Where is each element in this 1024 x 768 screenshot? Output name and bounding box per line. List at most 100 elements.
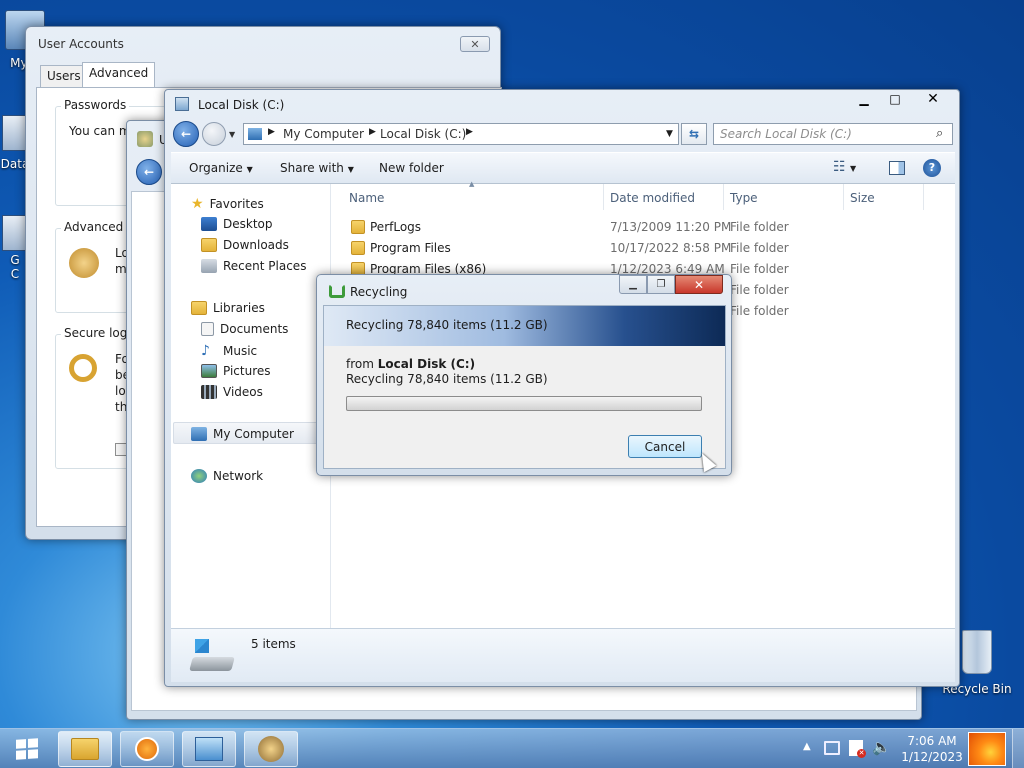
breadcrumb-local-disk[interactable]: Local Disk (C:) [380,127,466,141]
breadcrumb-separator-icon: ▶ [369,127,376,137]
nav-videos[interactable]: Videos [201,385,263,399]
share-with-label: Share with [280,161,344,175]
chevron-down-icon: ▼ [347,165,354,174]
help-icon[interactable]: ? [923,159,941,177]
back-button[interactable]: ← [136,159,162,185]
banner-text: Recycling 78,840 items (11.2 GB) [346,318,548,332]
nav-pictures[interactable]: Pictures [201,364,271,378]
minimize-button[interactable]: ▁ [619,275,647,294]
recent-pages-chevron-icon[interactable]: ▼ [229,130,235,139]
downloads-folder-icon [201,238,217,252]
show-hidden-icons-button[interactable]: ▲ [803,741,811,752]
nav-downloads[interactable]: Downloads [201,238,289,252]
progress-bar [346,396,702,411]
videos-icon [201,385,217,399]
nav-music[interactable]: ♪ Music [201,343,257,359]
refresh-button[interactable]: ⇆ [681,123,707,145]
nav-label: Music [223,344,258,358]
cancel-button[interactable]: Cancel [628,435,702,458]
taskbar-media-player-button[interactable] [120,731,174,767]
item-count: 5 items [251,637,296,651]
forward-button[interactable] [202,122,226,146]
control-panel-icon [137,131,153,147]
recycle-bin-icon [962,630,992,674]
start-button[interactable] [6,733,48,765]
column-header-type[interactable]: Type [730,191,758,205]
tab-advanced[interactable]: Advanced [82,62,156,87]
column-separator [723,184,724,210]
action-center-tray-icon[interactable]: ✕ [849,740,866,758]
minimize-button[interactable]: ▁ [849,90,879,108]
media-player-icon [135,737,159,761]
new-folder-button[interactable]: New folder [379,161,444,175]
detail-text: Recycling 78,840 items (11.2 GB) [346,372,548,386]
from-line: from Local Disk (C:) [346,357,475,371]
nav-label: My Computer [213,427,294,441]
taskbar-user-accounts-button[interactable] [244,731,298,767]
volume-tray-icon[interactable]: 🔈 [872,738,891,756]
recent-places-icon [201,259,217,273]
nav-label: Downloads [223,238,289,252]
clock-time: 7:06 AM [907,734,957,748]
column-header-name[interactable]: Name [349,191,384,205]
file-row-perflogs[interactable]: PerfLogs 7/13/2009 11:20 PM File folder [343,216,953,237]
nav-label: Videos [223,385,263,399]
taskbar-explorer-button[interactable] [58,731,112,767]
nav-label: Recent Places [223,259,307,273]
dialog-title: Recycling [350,285,408,299]
preview-pane-icon[interactable] [889,161,905,175]
organize-button[interactable]: Organize ▼ [189,161,253,175]
nav-favorites[interactable]: ★ Favorites [191,196,264,212]
navigation-pane: ★ Favorites Desktop Downloads Recent Plac… [171,184,331,628]
details-pane: 5 items [171,628,955,682]
column-separator [603,184,604,210]
from-prefix: from [346,357,378,371]
folder-icon [351,241,365,255]
search-input[interactable]: Search Local Disk (C:) ⌕ [713,123,953,145]
nav-recent-places[interactable]: Recent Places [201,259,306,273]
nav-label: Documents [220,322,289,336]
clock[interactable]: 7:06 AM 1/12/2023 [898,733,966,765]
nav-label: Desktop [223,217,273,231]
view-options-icon[interactable]: ☷ ▼ [833,159,856,175]
file-date: 10/17/2022 8:58 PM [610,240,732,255]
nav-desktop[interactable]: Desktop [201,217,273,231]
file-type: File folder [730,219,789,234]
column-header-size[interactable]: Size [850,191,875,205]
computer-icon [191,427,207,441]
nav-libraries[interactable]: Libraries [191,301,265,315]
file-row-program-files[interactable]: Program Files 10/17/2022 8:58 PM File fo… [343,237,953,258]
network-tray-icon[interactable] [824,741,840,755]
back-button[interactable]: ← [173,121,199,147]
pictures-icon [201,364,217,378]
close-button[interactable]: ✕ [460,36,490,52]
music-icon: ♪ [201,343,210,359]
address-bar[interactable]: ▶ My Computer ▶ Local Disk (C:) ▶ ▼ [243,123,679,145]
network-icon [191,469,207,483]
tab-users[interactable]: Users [40,65,88,87]
progress-banner: Recycling 78,840 items (11.2 GB) [324,306,725,346]
share-with-button[interactable]: Share with ▼ [280,161,354,175]
restore-button[interactable]: ❐ [647,275,675,294]
show-desktop-button[interactable] [1012,729,1024,768]
recycling-dialog: Recycling ▁ ❐ ✕ Recycling 78,840 items (… [316,274,732,476]
maximize-button[interactable]: □ [880,90,910,108]
control-panel-icon [195,737,223,761]
search-icon[interactable]: ⌕ [936,126,943,141]
close-button[interactable]: ✕ [911,90,955,108]
taskbar-control-panel-button[interactable] [182,731,236,767]
close-button[interactable]: ✕ [675,275,723,294]
window-title: User Accounts [38,37,124,51]
computer-small-icon [248,128,262,140]
windows-logo-icon [16,738,38,760]
breadcrumb-my-computer[interactable]: My Computer [283,127,364,141]
file-type: File folder [730,282,789,297]
nav-documents[interactable]: Documents [201,322,288,336]
organize-label: Organize [189,161,243,175]
nav-network[interactable]: Network [191,469,263,483]
column-header-date-modified[interactable]: Date modified [610,191,695,205]
nav-my-computer[interactable]: My Computer [191,427,294,441]
from-location: Local Disk (C:) [377,357,476,371]
address-dropdown-icon[interactable]: ▼ [666,129,673,139]
chevron-down-icon: ▼ [246,165,253,174]
